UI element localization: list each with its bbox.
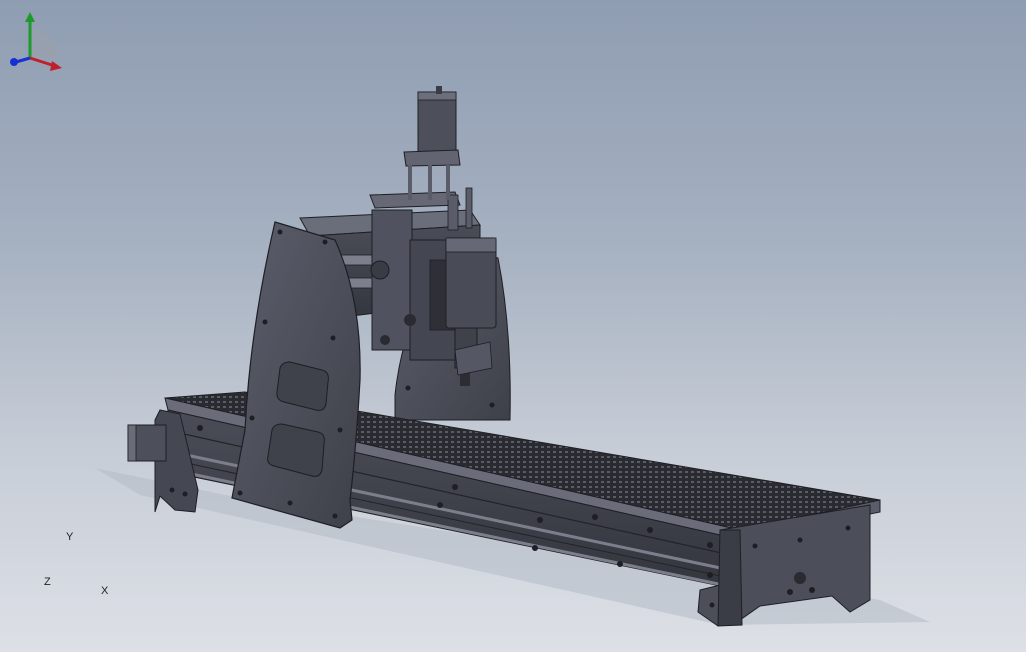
x-stepper-motor[interactable] — [127, 424, 167, 462]
y-axis-label: Y — [66, 531, 74, 543]
coordinate-triad — [10, 12, 62, 71]
x-axis-head — [50, 61, 62, 71]
y-axis-head — [25, 12, 35, 22]
z-axis-arrow — [15, 56, 31, 64]
graphics-viewport[interactable]: Y X Z — [0, 0, 1026, 652]
cnc-router-model[interactable] — [0, 0, 1026, 652]
z-axis-head — [10, 58, 18, 66]
x-axis-label: X — [101, 585, 109, 597]
gantry-side-plate[interactable] — [231, 221, 361, 529]
z-stepper-motor[interactable] — [403, 86, 461, 200]
triad-quadrant — [30, 30, 58, 58]
z-axis-label: Z — [44, 576, 51, 588]
